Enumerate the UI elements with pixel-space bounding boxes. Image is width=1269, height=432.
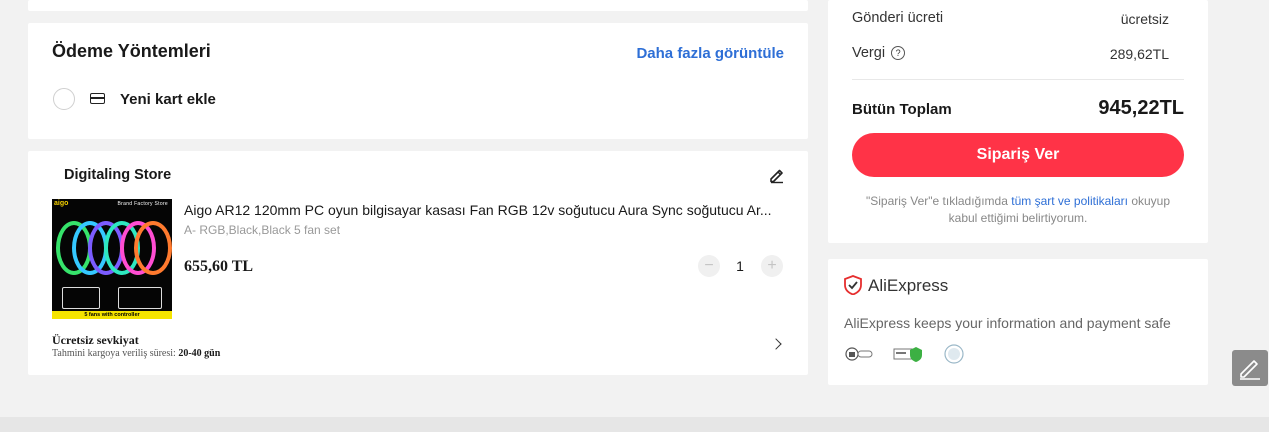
previous-section-card bbox=[28, 0, 808, 11]
shipping-title: Ücretsiz sevkiyat bbox=[52, 333, 139, 347]
store-name[interactable]: Digitaling Store bbox=[64, 167, 171, 183]
shipping-estimate-label: Tahmini kargoya veriliş süresi: bbox=[52, 348, 176, 359]
shipping-fee-value: ücretsiz bbox=[1120, 11, 1169, 27]
tax-label: Vergi bbox=[852, 45, 886, 61]
fan-graphic bbox=[134, 221, 172, 275]
terms-prefix: "Sipariş Ver"e tıkladığımda bbox=[865, 194, 1008, 208]
product-price: 655,60 TL bbox=[184, 258, 254, 275]
aliexpress-logo: AliExpress bbox=[868, 276, 949, 295]
certification-badge-icon bbox=[944, 344, 964, 364]
security-card: AliExpress AliExpress keeps your informa… bbox=[828, 259, 1208, 385]
payment-methods-card: Ödeme Yöntemleri Daha fazla görüntüle Ye… bbox=[28, 23, 808, 139]
edit-icon[interactable] bbox=[768, 166, 786, 184]
chevron-right-icon[interactable] bbox=[770, 338, 782, 350]
payment-methods-title: Ödeme Yöntemleri bbox=[52, 41, 211, 61]
shipping-fee-label: Gönderi ücreti bbox=[852, 10, 944, 26]
store-order-card: Digitaling Store aigo Brand Factory Stor… bbox=[28, 151, 808, 375]
terms-notice: "Sipariş Ver"e tıkladığımda tüm şart ve … bbox=[852, 193, 1184, 227]
feedback-button[interactable] bbox=[1232, 350, 1268, 386]
help-icon[interactable]: ? bbox=[891, 46, 906, 60]
product-variant: A- RGB,Black,Black 5 fan set bbox=[184, 223, 341, 237]
verified-badge-icon bbox=[893, 347, 922, 362]
quantity-decrease-button[interactable]: − bbox=[698, 255, 720, 277]
shipping-estimate: Tahmini kargoya veriliş süresi: 20-40 gü… bbox=[52, 348, 220, 359]
footer-band bbox=[0, 417, 1269, 432]
thumbnail-store-banner: Brand Factory Store bbox=[117, 201, 168, 207]
new-card-radio[interactable] bbox=[53, 88, 75, 110]
thumbnail-brand-text: aigo bbox=[54, 200, 69, 207]
order-summary-card: Gönderi ücreti ücretsiz Vergi ? 289,62TL… bbox=[828, 0, 1208, 243]
show-more-link[interactable]: Daha fazla görüntüle bbox=[636, 45, 784, 62]
quantity-value[interactable]: 1 bbox=[733, 258, 747, 274]
grand-total-label: Bütün Toplam bbox=[852, 101, 952, 118]
product-thumbnail[interactable]: aigo Brand Factory Store 5 fans with con… bbox=[52, 199, 172, 319]
remote-graphic bbox=[118, 287, 162, 309]
grand-total-value: 945,22TL bbox=[1098, 97, 1184, 119]
terms-link[interactable]: tüm şart ve politikaları bbox=[1011, 194, 1128, 208]
tax-row-label: Vergi ? bbox=[852, 45, 906, 61]
shipping-estimate-value: 20-40 gün bbox=[178, 348, 221, 359]
credit-card-icon bbox=[90, 93, 105, 104]
security-badge-icon bbox=[845, 347, 873, 361]
controller-graphic bbox=[62, 287, 100, 309]
quantity-increase-button[interactable]: + bbox=[761, 255, 783, 277]
tax-value: 289,62TL bbox=[1109, 46, 1169, 62]
thumbnail-bottom-banner: 5 fans with controller bbox=[52, 311, 172, 319]
product-title[interactable]: Aigo AR12 120mm PC oyun bilgisayar kasas… bbox=[184, 202, 784, 218]
summary-divider bbox=[852, 79, 1184, 80]
add-new-card-label[interactable]: Yeni kart ekle bbox=[120, 91, 216, 108]
place-order-button[interactable]: Sipariş Ver bbox=[852, 133, 1184, 177]
shield-icon bbox=[844, 275, 862, 295]
pencil-icon bbox=[1240, 360, 1260, 380]
security-message: AliExpress keeps your information and pa… bbox=[844, 315, 1171, 331]
